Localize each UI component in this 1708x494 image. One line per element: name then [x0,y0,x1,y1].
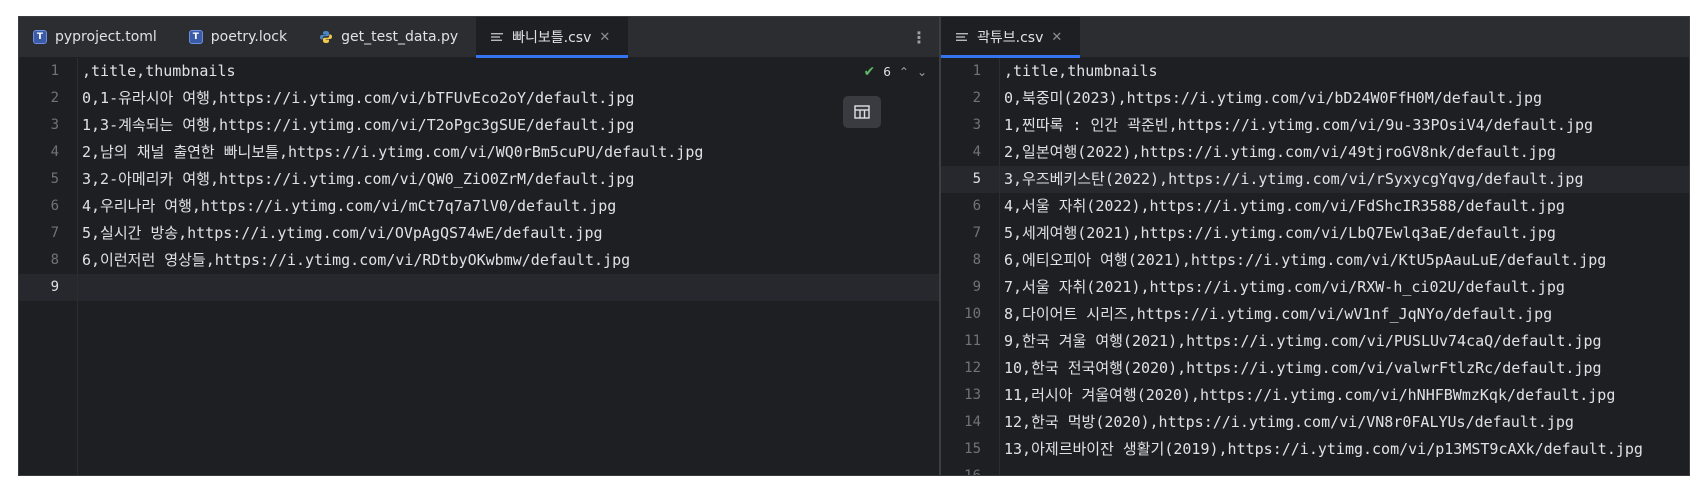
line-number[interactable]: 2 [941,85,999,112]
tab-kwaktube-csv[interactable]: 곽튜브.csv ✕ [941,17,1081,58]
line-number[interactable]: 14 [941,409,999,436]
line-number[interactable]: 12 [941,355,999,382]
code-line[interactable]: 4,우리나라 여행,https://i.ytimg.com/vi/mCt7q7a… [78,193,939,220]
toml-file-icon: T [188,30,203,44]
tab-label: poetry.lock [210,29,288,45]
line-number[interactable]: 4 [941,139,999,166]
more-options-icon[interactable]: ⋮ [911,17,927,57]
code-line[interactable]: 5,세계여행(2021),https://i.ytimg.com/vi/LbQ7… [1000,220,1689,247]
code-line[interactable]: 0,1-유라시아 여행,https://i.ytimg.com/vi/bTFUv… [78,85,939,112]
code-line[interactable]: 5,실시간 방송,https://i.ytimg.com/vi/OVpAgQS7… [78,220,939,247]
left-editor-pane: T pyproject.toml T poetry.lock get_test_… [19,17,939,475]
tab-pyproject-toml[interactable]: T pyproject.toml [19,17,175,57]
left-editor[interactable]: 123456789 ,title,thumbnails 0,1-유라시아 여행,h… [19,58,939,475]
tab-label: 곽튜브.csv [977,30,1044,46]
line-number[interactable]: 16 [941,463,999,475]
line-number[interactable]: 1 [941,58,999,85]
code-line[interactable]: 9,한국 겨울 여행(2021),https://i.ytimg.com/vi/… [1000,328,1689,355]
tab-panibottle-csv[interactable]: 빠니보틀.csv ✕ [476,17,629,58]
right-editor-pane: 곽튜브.csv ✕ 12345678910111213141516 ,title… [941,17,1689,475]
line-number[interactable]: 10 [941,301,999,328]
code-line[interactable]: 6,이런저런 영상들,https://i.ytimg.com/vi/RDtbyO… [78,247,939,274]
tab-get-test-data-py[interactable]: get_test_data.py [305,17,476,57]
line-number[interactable]: 11 [941,328,999,355]
chevron-up-icon[interactable]: ⌃ [899,65,909,79]
code-line[interactable]: ,title,thumbnails [78,58,939,85]
code-line[interactable]: 12,한국 먹방(2020),https://i.ytimg.com/vi/VN… [1000,409,1689,436]
code-line[interactable]: ,title,thumbnails [1000,58,1689,85]
line-number[interactable]: 9 [19,274,77,301]
tab-label: 빠니보틀.csv [512,30,592,46]
code-line[interactable]: 1,찐따록 : 인간 곽준빈,https://i.ytimg.com/vi/9u… [1000,112,1689,139]
code-line[interactable]: 1,3-계속되는 여행,https://i.ytimg.com/vi/T2oPg… [78,112,939,139]
code-line[interactable]: 2,일본여행(2022),https://i.ytimg.com/vi/49tj… [1000,139,1689,166]
tab-label: get_test_data.py [341,29,459,45]
check-icon: ✔ [863,64,876,80]
line-number[interactable]: 4 [19,139,77,166]
line-number-gutter: 12345678910111213141516 [941,58,1000,475]
table-icon [854,105,870,119]
code-line[interactable] [1000,463,1689,475]
ide-window: T pyproject.toml T poetry.lock get_test_… [18,16,1690,476]
tab-label: pyproject.toml [55,29,157,45]
code-line[interactable]: 0,북중미(2023),https://i.ytimg.com/vi/bD24W… [1000,85,1689,112]
line-number[interactable]: 6 [941,193,999,220]
left-tab-bar: T pyproject.toml T poetry.lock get_test_… [19,17,939,58]
code-line[interactable]: 3,우즈베키스탄(2022),https://i.ytimg.com/vi/rS… [1000,166,1689,193]
code-line[interactable] [78,274,939,301]
line-number[interactable]: 7 [19,220,77,247]
inspection-widget[interactable]: ✔ 6 ⌃ ⌄ [864,60,928,84]
line-number[interactable]: 5 [941,166,999,193]
line-number[interactable]: 3 [941,112,999,139]
code-line[interactable]: 3,2-아메리카 여행,https://i.ytimg.com/vi/QW0_Z… [78,166,939,193]
line-number[interactable]: 8 [19,247,77,274]
code-line[interactable]: 4,서울 자취(2022),https://i.ytimg.com/vi/FdS… [1000,193,1689,220]
close-icon[interactable]: ✕ [599,30,610,45]
line-number[interactable]: 15 [941,436,999,463]
tab-poetry-lock[interactable]: T poetry.lock [175,17,305,57]
line-number[interactable]: 6 [19,193,77,220]
csv-file-icon [955,30,969,44]
line-number-gutter: 123456789 [19,58,78,475]
line-number[interactable]: 1 [19,58,77,85]
line-number[interactable]: 3 [19,112,77,139]
python-file-icon [319,30,333,44]
inspection-count: 6 [883,65,891,79]
code-line[interactable]: 8,다이어트 시리즈,https://i.ytimg.com/vi/wV1nf_… [1000,301,1689,328]
code-area[interactable]: ,title,thumbnails 0,북중미(2023),https://i.y… [1000,58,1689,475]
line-number[interactable]: 5 [19,166,77,193]
line-number[interactable]: 9 [941,274,999,301]
right-tab-bar: 곽튜브.csv ✕ [941,17,1689,58]
csv-file-icon [490,30,504,44]
code-line[interactable]: 7,서울 자취(2021),https://i.ytimg.com/vi/RXW… [1000,274,1689,301]
code-line[interactable]: 2,남의 채널 출연한 빠니보틀,https://i.ytimg.com/vi/… [78,139,939,166]
code-line[interactable]: 10,한국 전국여행(2020),https://i.ytimg.com/vi/… [1000,355,1689,382]
chevron-down-icon[interactable]: ⌄ [917,65,927,79]
code-line[interactable]: 6,에티오피아 여행(2021),https://i.ytimg.com/vi/… [1000,247,1689,274]
right-editor[interactable]: 12345678910111213141516 ,title,thumbnail… [941,58,1689,475]
line-number[interactable]: 2 [19,85,77,112]
line-number[interactable]: 7 [941,220,999,247]
toml-file-icon: T [33,30,47,44]
code-area[interactable]: ,title,thumbnails 0,1-유라시아 여행,https://i.y… [78,58,939,475]
close-icon[interactable]: ✕ [1051,30,1062,45]
code-line[interactable]: 13,아제르바이잔 생활기(2019),https://i.ytimg.com/… [1000,436,1689,463]
table-view-button[interactable] [843,96,881,128]
line-number[interactable]: 13 [941,382,999,409]
code-line[interactable]: 11,러시아 겨울여행(2020),https://i.ytimg.com/vi… [1000,382,1689,409]
line-number[interactable]: 8 [941,247,999,274]
